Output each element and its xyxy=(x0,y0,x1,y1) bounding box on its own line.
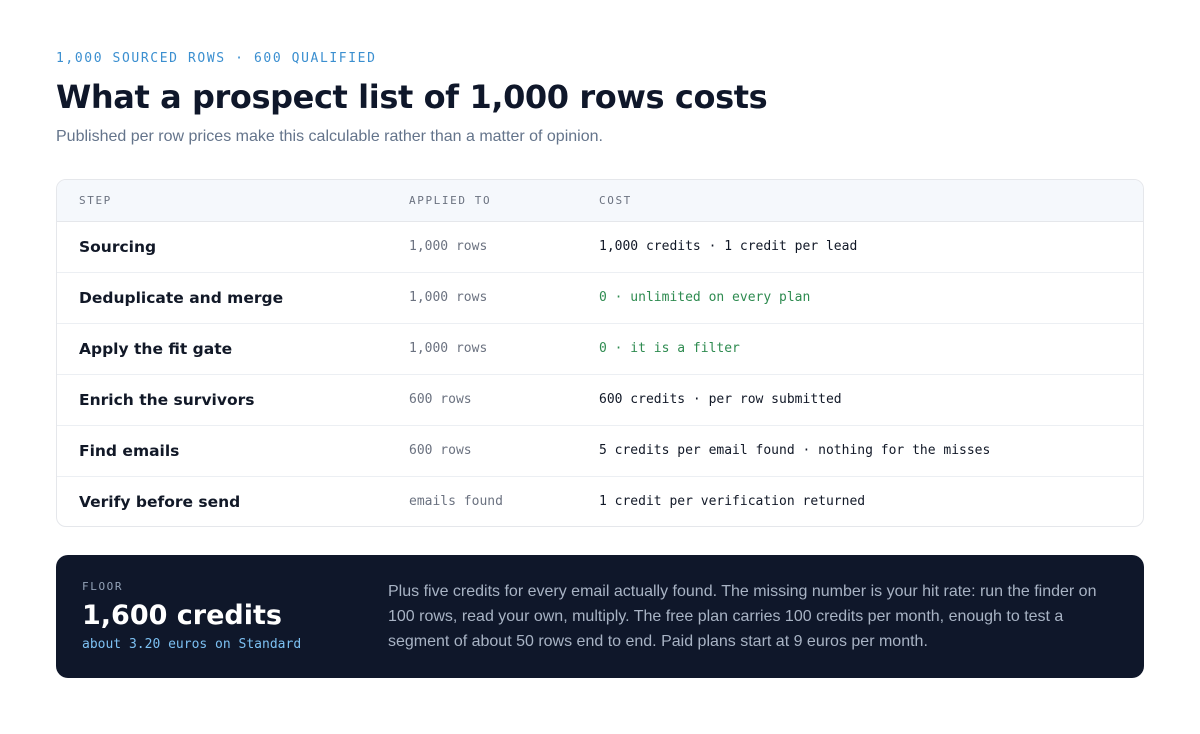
step-name: Deduplicate and merge xyxy=(79,289,284,307)
table-header: STEP APPLIED TO COST xyxy=(57,180,1143,222)
cost-value: 0 · it is a filter xyxy=(599,341,740,356)
column-header-applied-to: APPLIED TO xyxy=(409,194,492,207)
table-row: Verify before send emails found 1 credit… xyxy=(57,477,1143,526)
cost-value: 0 · unlimited on every plan xyxy=(599,290,811,305)
floor-credits-value: 1,600 credits xyxy=(82,600,282,631)
applied-to: 600 rows xyxy=(409,443,472,458)
applied-to: emails found xyxy=(409,494,503,509)
applied-to: 1,000 rows xyxy=(409,341,488,356)
cost-value: 1 credit per verification returned xyxy=(599,494,866,509)
table-row: Find emails 600 rows 5 credits per email… xyxy=(57,426,1143,477)
applied-to: 1,000 rows xyxy=(409,290,488,305)
step-name: Verify before send xyxy=(79,493,241,511)
cost-value: 1,000 credits · 1 credit per lead xyxy=(599,239,858,254)
page-title: What a prospect list of 1,000 rows costs xyxy=(56,78,768,116)
table-row: Deduplicate and merge 1,000 rows 0 · unl… xyxy=(57,273,1143,324)
table-row: Apply the fit gate 1,000 rows 0 · it is … xyxy=(57,324,1143,375)
floor-description: Plus five credits for every email actual… xyxy=(388,583,1097,650)
floor-label: FLOOR xyxy=(82,580,124,593)
page-subtitle: Published per row prices make this calcu… xyxy=(56,128,603,145)
table-row: Enrich the survivors 600 rows 600 credit… xyxy=(57,375,1143,426)
step-name: Find emails xyxy=(79,442,180,460)
cost-value: 5 credits per email found · nothing for … xyxy=(599,443,991,458)
eyebrow-text: 1,000 SOURCED ROWS · 600 QUALIFIED xyxy=(56,51,377,66)
floor-euro-estimate: about 3.20 euros on Standard xyxy=(82,637,302,652)
applied-to: 1,000 rows xyxy=(409,239,488,254)
applied-to: 600 rows xyxy=(409,392,472,407)
column-header-step: STEP xyxy=(79,194,112,207)
column-header-cost: COST xyxy=(599,194,632,207)
cost-value: 600 credits · per row submitted xyxy=(599,392,842,407)
floor-summary-panel: FLOOR 1,600 credits about 3.20 euros on … xyxy=(56,555,1144,678)
step-name: Enrich the survivors xyxy=(79,391,255,409)
step-name: Sourcing xyxy=(79,238,157,256)
cost-table: STEP APPLIED TO COST Sourcing 1,000 rows… xyxy=(56,179,1144,527)
step-name: Apply the fit gate xyxy=(79,340,233,358)
table-row: Sourcing 1,000 rows 1,000 credits · 1 cr… xyxy=(57,222,1143,273)
